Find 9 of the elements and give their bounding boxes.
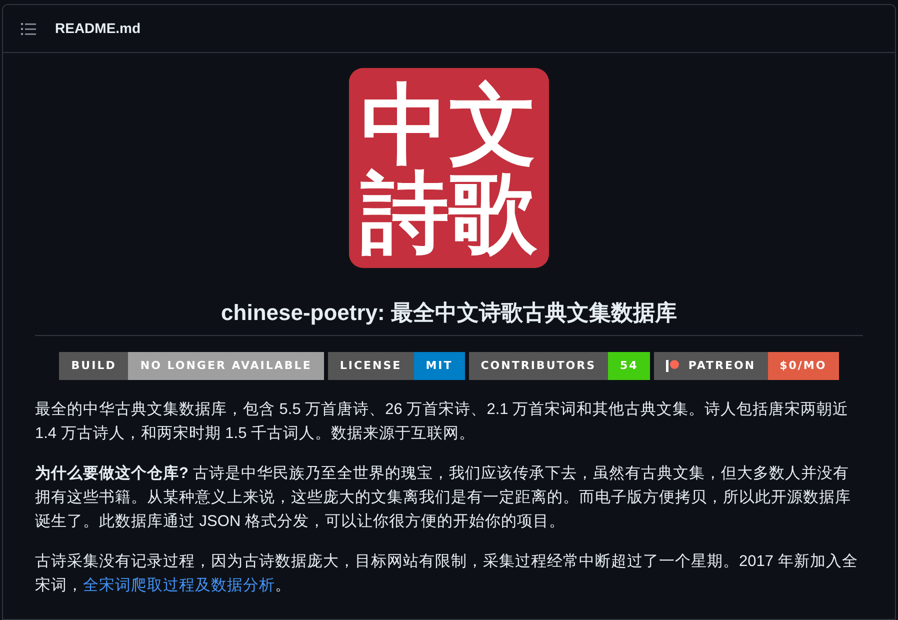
paragraph: 最全的中华古典文集数据库，包含 5.5 万首唐诗、26 万首宋诗、2.1 万首宋词和其他古典文集。诗人包括唐宋两朝近 1.4 万古诗人，和两宋时期 1.5 千古词人。数据来源于互联网。: [35, 400, 850, 444]
paragraph: 古诗采集没有记录过程，因为古诗数据庞大，目标网站有限制，采集过程经常中断超过了一个星期。2017 年新加入全宋词，全宋词爬取过程及数据分析。: [35, 552, 859, 596]
paragraph: 为什么要做这个仓库? 古诗是中华民族乃至全世界的瑰宝，我们应该传承下去，虽然有古典文集，但大多数人并没有拥有这些书籍。从某种意义上来说，这些庞大的文集离我们是有一定距离的。而电子版方便拷贝，所以此开源数据库诞生了。此数据库通过 JSON 格式分发，可以让你很方便的开始你的项目。: [35, 464, 852, 532]
page-heading: chinese-poetry: 最全中文诗歌古典文集数据库: [35, 296, 863, 336]
link[interactable]: 全宋词爬取过程及数据分析: [83, 577, 275, 594]
file-name: README.md: [55, 19, 141, 38]
logo: 中文 詩歌: [349, 68, 549, 268]
patreon-icon: [666, 359, 680, 373]
list-icon[interactable]: [21, 22, 37, 36]
